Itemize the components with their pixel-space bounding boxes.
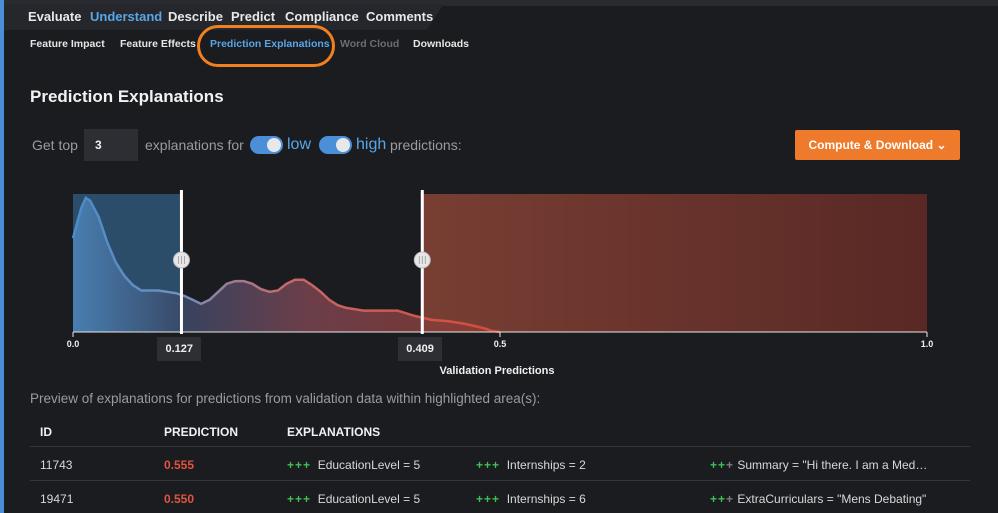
- explanations-for-label: explanations for: [145, 137, 244, 153]
- explanation-text: Summary = "Hi there. I am a Med…: [737, 458, 928, 472]
- tab-feature-effects[interactable]: Feature Effects: [120, 38, 196, 50]
- strength-indicator: ++: [710, 458, 727, 472]
- compute-download-label: Compute & Download: [808, 138, 934, 152]
- nav-evaluate[interactable]: Evaluate: [28, 9, 81, 24]
- strength-indicator: +++: [476, 458, 501, 472]
- preview-description: Preview of explanations for predictions …: [30, 391, 541, 406]
- low-threshold-value: 0.127: [157, 337, 201, 361]
- nav-predict[interactable]: Predict: [231, 9, 275, 24]
- explanation-text: ExtraCurriculars = "Mens Debating": [737, 492, 927, 506]
- tab-feature-impact[interactable]: Feature Impact: [30, 38, 105, 50]
- strength-indicator-dim: +: [726, 492, 735, 506]
- strength-indicator: +++: [476, 492, 501, 506]
- nav-describe[interactable]: Describe: [168, 9, 223, 24]
- x-tick-label: 1.0: [921, 339, 934, 349]
- row-id: 11743: [40, 458, 73, 472]
- row-id: 19471: [40, 492, 74, 506]
- divider: [30, 480, 970, 481]
- low-toggle[interactable]: [250, 136, 283, 154]
- x-axis-title: Validation Predictions: [440, 365, 555, 377]
- get-top-label: Get top: [32, 137, 78, 153]
- nav-understand[interactable]: Understand: [90, 9, 162, 24]
- row-prediction: 0.555: [164, 458, 195, 472]
- explanation-text: Internships = 2: [506, 458, 586, 472]
- explanation-item: +++ Summary = "Hi there. I am a Med…: [710, 458, 927, 472]
- explanation-item: +++ EducationLevel = 5: [287, 492, 420, 506]
- explanation-text: EducationLevel = 5: [317, 458, 421, 472]
- nav-comments[interactable]: Comments: [366, 9, 433, 24]
- explanation-text: EducationLevel = 5: [317, 492, 421, 506]
- page-title: Prediction Explanations: [30, 87, 224, 106]
- high-threshold-handle[interactable]: [413, 251, 431, 269]
- high-highlight-region: [422, 194, 927, 332]
- row-prediction: 0.550: [164, 492, 195, 506]
- explanation-item: +++ ExtraCurriculars = "Mens Debating": [710, 492, 926, 506]
- prediction-distribution-chart: 0.0 0.5 1.0 Validation Predictions: [67, 190, 934, 377]
- compute-download-button[interactable]: Compute & Download ⌄: [795, 130, 960, 160]
- tab-word-cloud[interactable]: Word Cloud: [340, 38, 399, 50]
- x-tick-label: 0.0: [67, 339, 80, 349]
- strength-indicator: +++: [287, 458, 312, 472]
- tab-downloads[interactable]: Downloads: [413, 38, 469, 50]
- strength-indicator: +++: [287, 492, 312, 506]
- explanation-text: Internships = 6: [506, 492, 586, 506]
- col-header-id: ID: [40, 425, 52, 439]
- low-threshold-handle[interactable]: [172, 251, 190, 269]
- explanation-item: +++ EducationLevel = 5: [287, 458, 420, 472]
- toggle-knob: [336, 138, 350, 152]
- high-label: high: [356, 136, 387, 153]
- explanation-item: +++ Internships = 2: [476, 458, 586, 472]
- divider: [30, 446, 970, 447]
- col-header-explanations: EXPLANATIONS: [287, 425, 381, 439]
- strength-indicator: ++: [710, 492, 727, 506]
- predictions-label: predictions:: [390, 137, 462, 153]
- explanation-item: +++ Internships = 6: [476, 492, 586, 506]
- toggle-knob: [267, 138, 281, 152]
- low-label: low: [287, 136, 312, 153]
- x-tick-label: 0.5: [494, 339, 507, 349]
- col-header-prediction: PREDICTION: [164, 425, 239, 439]
- nav-compliance[interactable]: Compliance: [285, 9, 359, 24]
- highlight-annotation: [197, 25, 335, 67]
- high-threshold-value: 0.409: [398, 337, 442, 361]
- explanation-count-input[interactable]: [84, 129, 138, 161]
- chevron-down-icon: ⌄: [936, 138, 947, 152]
- high-toggle[interactable]: [319, 136, 352, 154]
- strength-indicator-dim: +: [726, 458, 735, 472]
